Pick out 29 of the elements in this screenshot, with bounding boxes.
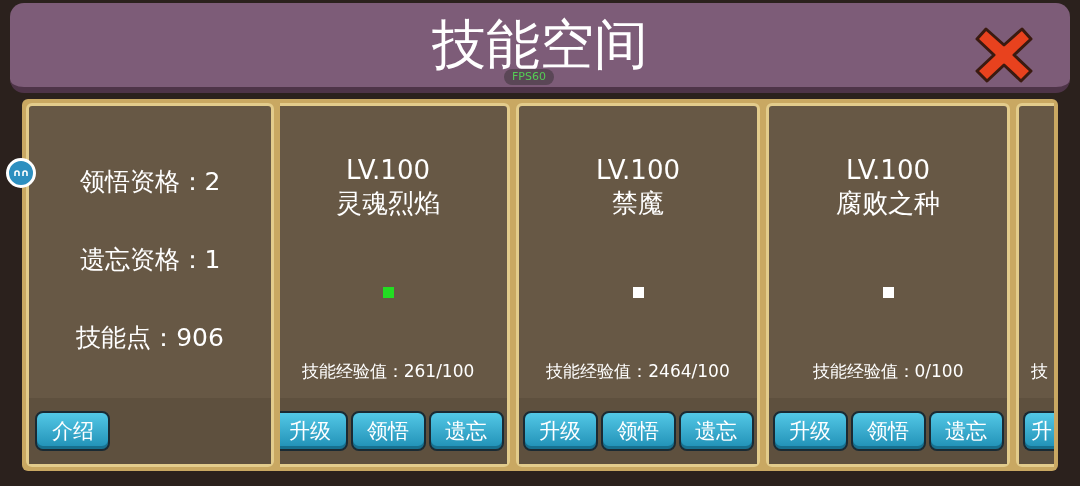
window-title: 技能空间: [432, 18, 648, 72]
skill-name: 灵魂烈焰: [336, 187, 440, 220]
close-button[interactable]: [974, 25, 1034, 85]
action-button[interactable]: 遗忘: [678, 411, 754, 451]
action-button[interactable]: 领悟: [350, 411, 426, 451]
skill-name: 禁魔: [612, 187, 664, 220]
action-button[interactable]: 遗忘: [928, 411, 1004, 451]
skill-exp: 技能经验值：261/100: [301, 359, 475, 383]
action-button[interactable]: 升级: [772, 411, 848, 451]
action-button[interactable]: 升: [1023, 411, 1054, 451]
skill-level: LV.100: [596, 154, 680, 186]
close-icon: [974, 25, 1034, 85]
action-button[interactable]: 升级: [280, 411, 348, 451]
skill-level: LV.100: [846, 154, 930, 186]
info-text: 领悟资格：2: [79, 166, 221, 198]
skill-exp: 技能经验值：0/100: [812, 359, 964, 383]
floating-menu-button[interactable]: [6, 158, 36, 188]
action-button[interactable]: 升级: [522, 411, 598, 451]
info-text: 技能点：906: [76, 322, 224, 354]
fps-counter: FPS60: [504, 69, 554, 85]
skill-name: 腐败之种: [836, 187, 940, 220]
action-button[interactable]: 领悟: [850, 411, 926, 451]
info-text: 遗忘资格：1: [79, 244, 221, 276]
action-button[interactable]: 领悟: [600, 411, 676, 451]
skill-exp: 技能经验值：2464/100: [546, 359, 730, 383]
skill-level: LV.100: [346, 154, 430, 186]
skill-exp: 技: [1031, 360, 1048, 381]
action-button[interactable]: 介绍: [35, 411, 110, 451]
action-button[interactable]: 遗忘: [428, 411, 504, 451]
